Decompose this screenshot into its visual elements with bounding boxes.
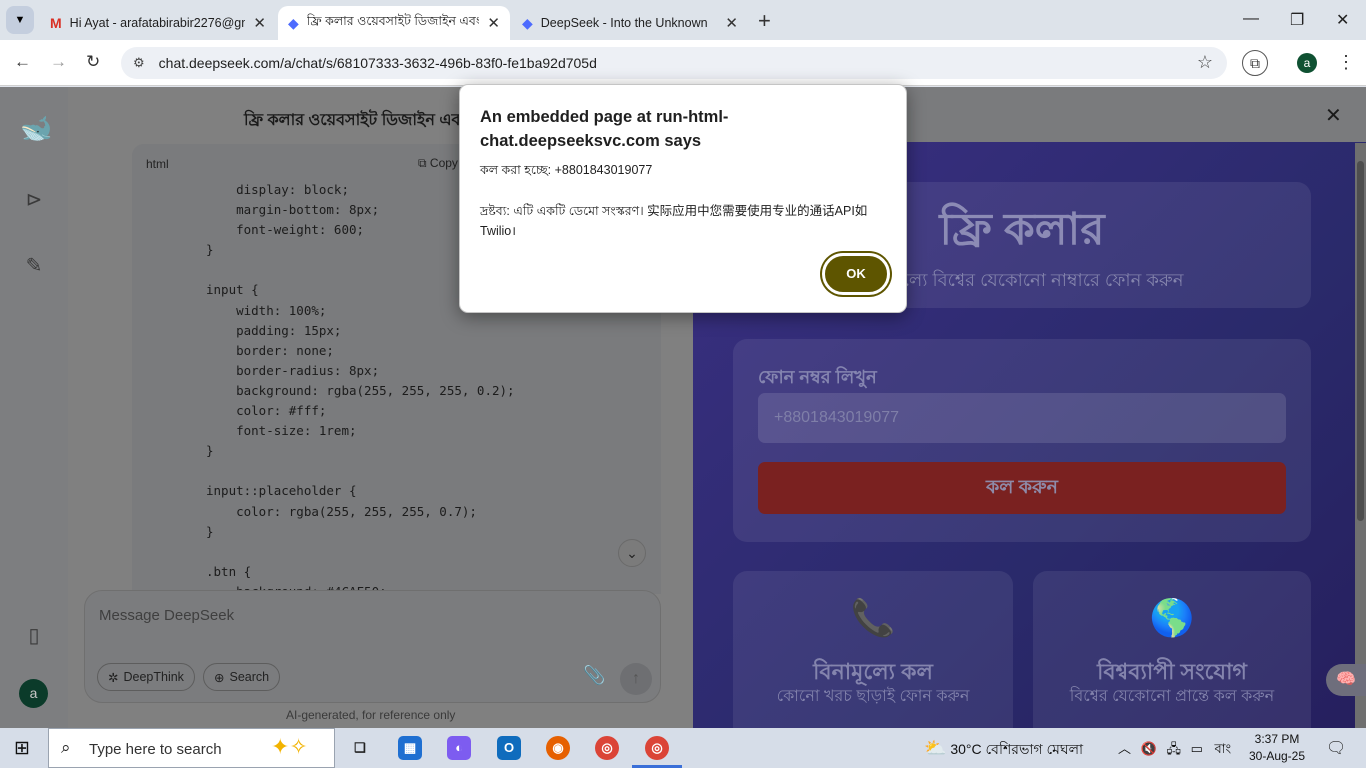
- deepthink-button[interactable]: ✲ DeepThink: [97, 663, 195, 691]
- notification-icon[interactable]: 🗨: [1326, 738, 1346, 758]
- menu-dots-icon[interactable]: ⋮: [1337, 52, 1355, 73]
- feature-card-free-call: 📞 বিনামূল্যে কল কোনো খরচ ছাড়াই ফোন করুন: [733, 571, 1013, 728]
- deepthink-icon: ✲: [108, 670, 119, 685]
- alert-dialog: An embedded page at run-html-chat.deepse…: [459, 84, 907, 313]
- close-tab-icon[interactable]: ✕: [725, 14, 738, 32]
- weather-widget[interactable]: ⛅ 30°C বেশিরভাগ মেঘলা: [924, 738, 1083, 762]
- weather-text: 30°C বেশিরভাগ মেঘলা: [950, 741, 1084, 757]
- scroll-down-button[interactable]: ⌄: [618, 539, 646, 567]
- tab-gmail[interactable]: M Hi Ayat - arafatabirabir2276@gmail.com…: [40, 6, 276, 40]
- dialog-message: কল করা হচ্ছে: +8801843019077: [480, 163, 653, 177]
- profile-avatar[interactable]: a: [1297, 53, 1317, 73]
- deepthink-label: DeepThink: [123, 670, 184, 684]
- call-button[interactable]: কল করুন: [758, 462, 1286, 514]
- gmail-icon: M: [50, 15, 62, 31]
- feature-subtitle: বিশ্বের যেকোনো প্রান্তে কল করুন: [1069, 688, 1275, 705]
- system-tray: ︿ 🔇 🖧 ▭ বাং: [1118, 738, 1231, 762]
- phone-input[interactable]: +8801843019077: [758, 393, 1286, 443]
- message-input[interactable]: Message DeepSeek: [99, 607, 234, 624]
- feature-card-global: 🌎 বিশ্বব্যাপী সংযোগ বিশ্বের যেকোনো প্রান…: [1033, 571, 1311, 728]
- message-composer: Message DeepSeek ✲ DeepThink ⊕ Search 📎 …: [84, 590, 661, 703]
- disclaimer: AI-generated, for reference only: [286, 708, 456, 722]
- new-tab-button[interactable]: +: [758, 8, 771, 34]
- dialog-note: দ্রষ্টব্য: এটি একটি ডেমো সংস্করণ। 实际应用中您…: [480, 204, 868, 238]
- taskbar-search-input: Type here to search: [89, 741, 222, 758]
- minimize-icon[interactable]: —: [1243, 10, 1259, 28]
- floating-assistant-icon[interactable]: 🧠: [1326, 664, 1366, 696]
- sparkle-icon: ✦✧: [271, 734, 308, 759]
- browser-tab-bar: ▼ M Hi Ayat - arafatabirabir2276@gmail.c…: [0, 0, 1366, 40]
- speaker-muted-icon[interactable]: 🔇: [1141, 741, 1157, 756]
- feature-subtitle: কোনো খরচ ছাড়াই ফোন করুন: [776, 688, 970, 705]
- chevron-down-icon: ⌄: [626, 545, 638, 561]
- clock-time: 3:37 PM: [1254, 732, 1300, 746]
- tab-deepseek-home[interactable]: ◆ DeepSeek - Into the Unknown ✕: [512, 6, 748, 40]
- battery-icon[interactable]: ▭: [1191, 741, 1203, 756]
- ok-button[interactable]: OK: [822, 253, 890, 295]
- chevron-up-icon[interactable]: ︿: [1118, 741, 1131, 756]
- call-form-card: ফোন নম্বর লিখুন +8801843019077 কল করুন: [733, 339, 1311, 542]
- site-info-icon[interactable]: ⚙: [133, 55, 145, 71]
- windows-start-icon[interactable]: ⊞: [14, 737, 30, 760]
- language-indicator[interactable]: বাং: [1215, 741, 1232, 756]
- phone-label: ফোন নম্বর লিখুন: [758, 367, 877, 387]
- search-label: Search: [229, 670, 270, 684]
- chevron-down-icon: ▼: [14, 14, 26, 26]
- tab-deepseek-chat[interactable]: ◆ ফ্রি কলার ওয়েবসাইট ডিজাইন এবং কোড ✕: [278, 6, 510, 40]
- mobile-app-icon[interactable]: ▯: [20, 623, 48, 651]
- deepseek-icon: ◆: [288, 14, 299, 31]
- arrow-up-icon: ↑: [632, 670, 640, 687]
- taskbar-search[interactable]: ⌕ Type here to search ✦✧: [48, 728, 335, 768]
- chrome-profile-icon[interactable]: ◎: [645, 736, 669, 760]
- reload-icon[interactable]: ↻: [86, 52, 100, 72]
- copy-label: Copy: [429, 156, 458, 170]
- phone-icon: 📞: [850, 597, 896, 638]
- sidebar: 🐋 ⊳ ✎ ▯ a: [0, 87, 68, 728]
- search-icon: ⌕: [61, 738, 71, 757]
- page-scrollbar[interactable]: [1355, 143, 1366, 728]
- copilot-icon[interactable]: ◐: [447, 736, 471, 760]
- code-language: html: [146, 157, 169, 171]
- firefox-icon[interactable]: ◉: [546, 736, 570, 760]
- copy-icon: ⧉: [418, 156, 427, 170]
- network-icon[interactable]: 🖧: [1166, 741, 1181, 756]
- cloud-icon: ⛅: [924, 738, 947, 758]
- deepseek-icon: ◆: [522, 14, 533, 31]
- dialog-title: An embedded page at run-html-chat.deepse…: [480, 108, 729, 150]
- new-chat-icon[interactable]: ✎: [20, 253, 48, 281]
- back-icon[interactable]: ←: [14, 52, 31, 72]
- restore-icon[interactable]: ❐: [1290, 10, 1304, 30]
- url-text: chat.deepseek.com/a/chat/s/68107333-3632…: [158, 55, 597, 71]
- tab-title: DeepSeek - Into the Unknown: [540, 16, 708, 30]
- clock[interactable]: 3:37 PM 30-Aug-25: [1242, 731, 1312, 765]
- chrome-icon[interactable]: ◎: [595, 736, 619, 760]
- clock-date: 30-Aug-25: [1248, 749, 1306, 763]
- close-window-icon[interactable]: ✕: [1336, 10, 1349, 30]
- windows-taskbar: ⊞ ⌕ Type here to search ✦✧ ❏ ▦ ◐ O ◉ ◎ ◎…: [0, 728, 1366, 768]
- user-avatar[interactable]: a: [19, 679, 48, 708]
- scrollbar-thumb[interactable]: [1357, 161, 1364, 521]
- tab-title: Hi Ayat - arafatabirabir2276@gmail.com: [69, 16, 246, 30]
- close-preview-icon[interactable]: ✕: [1325, 103, 1342, 128]
- close-tab-icon[interactable]: ✕: [253, 14, 266, 32]
- globe-icon: ⊕: [214, 670, 225, 685]
- extensions-icon[interactable]: ⧉: [1242, 50, 1268, 76]
- globe-icon: 🌎: [1149, 597, 1195, 638]
- send-button[interactable]: ↑: [620, 663, 652, 695]
- task-view-icon[interactable]: ❏: [348, 736, 372, 760]
- bookmark-star-icon[interactable]: ☆: [1197, 52, 1213, 73]
- outlook-icon[interactable]: O: [497, 736, 521, 760]
- search-button[interactable]: ⊕ Search: [203, 663, 281, 691]
- store-icon[interactable]: ▦: [398, 736, 422, 760]
- address-bar[interactable]: ⚙ chat.deepseek.com/a/chat/s/68107333-36…: [121, 47, 1227, 79]
- forward-icon[interactable]: →: [50, 52, 67, 72]
- copy-button[interactable]: ⧉ Copy: [418, 156, 458, 171]
- close-tab-icon[interactable]: ✕: [487, 14, 500, 32]
- tab-search-button[interactable]: ▼: [6, 6, 34, 34]
- sidebar-toggle-icon[interactable]: ⊳: [20, 187, 48, 215]
- browser-toolbar: ← → ↻ ⚙ chat.deepseek.com/a/chat/s/68107…: [0, 40, 1366, 86]
- tab-title: ফ্রি কলার ওয়েবসাইট ডিজাইন এবং কোড: [306, 14, 480, 28]
- attach-icon[interactable]: 📎: [583, 665, 605, 686]
- deepseek-logo-icon[interactable]: 🐋: [20, 113, 52, 143]
